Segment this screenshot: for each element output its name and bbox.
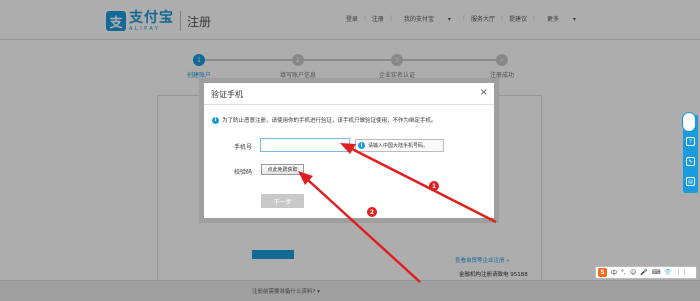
phone-tip: i 请输入中国大陆手机号码。 <box>355 139 444 152</box>
code-label: 校验码 <box>234 169 253 176</box>
dialog-body: i 为了防止恶意注册，请使用你的手机进行验证，该手机只做验证使用，不作为绑定手机… <box>204 83 494 218</box>
ime-keyboard-icon[interactable]: ⌨ <box>652 269 661 276</box>
ime-mic-icon[interactable]: 🎤 <box>640 269 647 276</box>
phone-input[interactable] <box>260 138 350 152</box>
help-icon[interactable]: ? <box>686 137 695 146</box>
ime-lang[interactable]: 中 <box>611 268 617 277</box>
next-step-button[interactable]: 下一步 <box>261 194 304 208</box>
ime-toolbar[interactable]: S 中 °, ☺ 🎤 ⌨ 👕 ⋮⋮ <box>595 266 697 279</box>
notice-text: 为了防止恶意注册，请使用你的手机进行验证，该手机只做验证使用，不作为绑定手机。 <box>222 118 437 124</box>
annotation-badge-2: 2 <box>367 207 377 217</box>
assistant-robot-icon[interactable] <box>682 112 696 132</box>
info-icon: i <box>212 116 219 124</box>
document-icon[interactable]: ▤ <box>686 177 695 186</box>
phone-tip-text: 请输入中国大陆手机号码。 <box>368 143 429 149</box>
ime-emoji-icon[interactable]: ☺ <box>630 269 636 276</box>
get-code-button[interactable]: 点此免费获取 <box>261 164 304 175</box>
feedback-icon[interactable]: ✎ <box>686 157 695 166</box>
ime-skin-icon[interactable]: 👕 <box>664 269 671 276</box>
ime-menu-icon[interactable]: ⋮⋮ <box>676 269 688 276</box>
ime-punct[interactable]: °, <box>621 269 626 276</box>
info-icon: i <box>358 142 365 149</box>
phone-label: 手机号 <box>234 144 253 151</box>
annotation-badge-1: 1 <box>429 181 439 191</box>
dialog-notice: i 为了防止恶意注册，请使用你的手机进行验证，该手机只做验证使用，不作为绑定手机… <box>212 116 437 124</box>
sogou-logo-icon[interactable]: S <box>598 268 607 277</box>
